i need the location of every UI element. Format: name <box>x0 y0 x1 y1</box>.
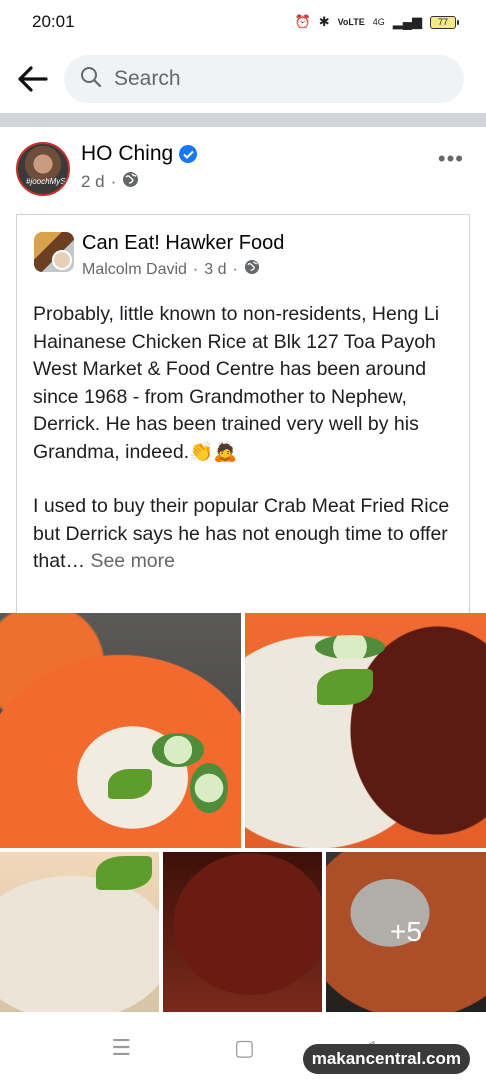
search-icon <box>80 66 102 93</box>
alarm-icon: ⏰ <box>294 14 311 29</box>
coriander-garnish <box>96 856 152 890</box>
post-paragraph: I used to buy their popular Crab Meat Fr… <box>33 493 459 576</box>
signal-label: 4G <box>372 17 385 27</box>
post-time-row: 2 d · <box>81 171 197 193</box>
menu-icon[interactable]: ☰ <box>111 1035 131 1061</box>
section-divider <box>0 113 486 127</box>
home-icon[interactable]: ▢ <box>234 1035 255 1061</box>
photo-4[interactable] <box>163 852 322 1012</box>
watermark: makancentral.com <box>302 1044 470 1074</box>
post-header: #joochMySelf HO Ching 2 d · ••• <box>16 142 470 202</box>
shared-post-time[interactable]: 3 d <box>204 261 226 279</box>
photo-5[interactable]: +5 <box>326 852 486 1012</box>
cucumber-slice <box>315 635 385 659</box>
bluetooth-icon: ✱ <box>318 14 330 29</box>
author-avatar[interactable]: #joochMySelf <box>16 142 70 196</box>
search-input[interactable]: Search <box>64 55 464 103</box>
search-placeholder: Search <box>114 67 181 90</box>
post-paragraph: Probably, little known to non-residents,… <box>33 303 440 463</box>
post-author-name[interactable]: HO Ching <box>81 142 173 166</box>
coriander-garnish <box>317 669 373 705</box>
post-time[interactable]: 2 d <box>81 172 105 192</box>
status-bar: 20:01 ⏰ ✱ VoLTE 4G ▂▄▆ 77 <box>0 0 486 44</box>
verified-badge-icon <box>179 145 198 163</box>
globe-icon <box>122 171 139 193</box>
back-arrow-icon[interactable] <box>16 62 50 96</box>
member-avatar <box>52 250 72 270</box>
separator-dot: · <box>232 260 238 278</box>
battery-icon: 77 <box>430 15 459 29</box>
shared-post-meta: Can Eat! Hawker Food Malcolm David · 3 d… <box>82 232 284 280</box>
post-author-row: HO Ching <box>81 142 198 166</box>
see-more-link[interactable]: See more <box>90 550 175 572</box>
separator-dot: · <box>192 260 199 278</box>
photo-2[interactable] <box>245 613 486 848</box>
avatar-caption: #joochMySelf <box>26 177 70 186</box>
cucumber-slice <box>190 763 228 813</box>
group-name[interactable]: Can Eat! Hawker Food <box>82 232 284 255</box>
post-body: Probably, little known to non-residents,… <box>33 301 459 603</box>
shared-post-author[interactable]: Malcolm David <box>82 261 187 279</box>
more-photos-count: +5 <box>390 916 422 947</box>
shared-post-card[interactable]: Can Eat! Hawker Food Malcolm David · 3 d… <box>16 214 470 614</box>
search-header: Search <box>0 44 486 114</box>
group-avatar[interactable] <box>34 232 74 272</box>
more-options-icon[interactable]: ••• <box>438 146 464 172</box>
shared-post-header: Can Eat! Hawker Food Malcolm David · 3 d… <box>34 232 284 280</box>
cucumber-slice <box>152 733 204 767</box>
post-meta: HO Ching 2 d · <box>81 142 198 202</box>
volte-label: VoLTE <box>337 17 365 27</box>
photo-1[interactable] <box>0 613 241 848</box>
more-photos-overlay[interactable]: +5 <box>326 852 486 1012</box>
separator-dot: · <box>110 172 117 191</box>
globe-icon <box>244 259 260 280</box>
shared-post-sub: Malcolm David · 3 d · <box>82 259 284 280</box>
status-time: 20:01 <box>32 12 75 31</box>
signal-icon: ▂▄▆ <box>392 14 422 29</box>
coriander-garnish <box>108 769 152 799</box>
status-icons: ⏰ ✱ VoLTE 4G ▂▄▆ 77 <box>294 14 459 30</box>
photo-3[interactable] <box>0 852 159 1012</box>
